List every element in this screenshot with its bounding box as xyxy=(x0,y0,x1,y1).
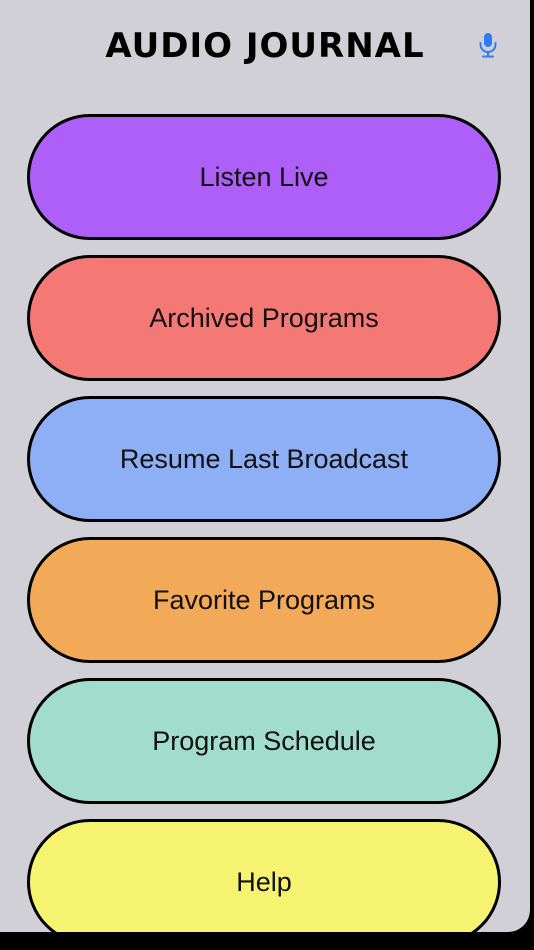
listen-live-button[interactable]: Listen Live xyxy=(27,114,501,240)
program-schedule-button[interactable]: Program Schedule xyxy=(27,678,501,804)
listen-live-label: Listen Live xyxy=(199,161,329,192)
favorite-programs-button[interactable]: Favorite Programs xyxy=(27,537,501,663)
help-label: Help xyxy=(236,866,292,897)
archived-programs-button[interactable]: Archived Programs xyxy=(27,255,501,381)
app-screen: AUDIO JOURNAL Listen Live Archived Progr… xyxy=(0,0,530,932)
help-button[interactable]: Help xyxy=(27,819,501,932)
resume-last-broadcast-button[interactable]: Resume Last Broadcast xyxy=(27,396,501,522)
window-edge xyxy=(530,0,534,950)
favorite-programs-label: Favorite Programs xyxy=(152,584,376,615)
app-title: AUDIO JOURNAL xyxy=(105,26,425,66)
header: AUDIO JOURNAL xyxy=(0,0,530,92)
resume-last-broadcast-label: Resume Last Broadcast xyxy=(119,443,409,474)
program-schedule-label: Program Schedule xyxy=(152,725,376,756)
archived-programs-label: Archived Programs xyxy=(149,302,379,333)
microphone-icon[interactable] xyxy=(477,32,499,58)
